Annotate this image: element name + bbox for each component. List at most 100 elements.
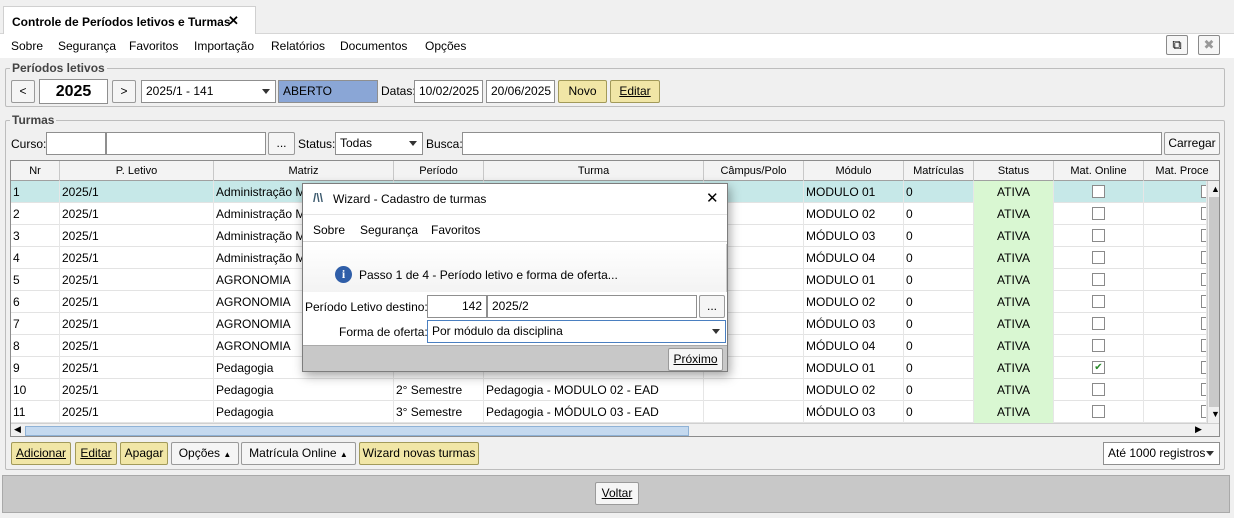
dest-browse-button[interactable]: ... <box>699 295 725 318</box>
pl-cell: 2025/1 <box>60 203 214 225</box>
period-select-value: 2025/1 - 141 <box>146 84 214 98</box>
column-header[interactable]: Matriz <box>214 161 394 181</box>
column-header[interactable]: Status <box>974 161 1054 181</box>
popout-icon[interactable]: ⧉ <box>1166 35 1188 55</box>
campus-cell <box>704 401 804 423</box>
matriculas-cell: 0 <box>904 379 974 401</box>
voltar-button[interactable]: Voltar <box>595 482 639 505</box>
column-header[interactable]: Período <box>394 161 484 181</box>
dialog-menu-favoritos[interactable]: Favoritos <box>431 223 480 237</box>
checkbox[interactable] <box>1092 317 1105 330</box>
tab-controle-periodos[interactable]: Controle de Períodos letivos e Turmas ✕ <box>3 6 256 34</box>
carregar-button[interactable]: Carregar <box>1164 132 1220 155</box>
close-window-icon[interactable]: ✖ <box>1198 35 1220 55</box>
dialog-title: Wizard - Cadastro de turmas <box>333 192 487 206</box>
column-header[interactable]: Matrículas <box>904 161 974 181</box>
prev-year-button[interactable]: < <box>11 80 35 103</box>
column-header[interactable]: Câmpus/Polo <box>704 161 804 181</box>
column-header[interactable]: Módulo <box>804 161 904 181</box>
mat-proce-cell <box>1144 401 1207 423</box>
curso-browse-button[interactable]: ... <box>268 132 295 155</box>
pl-cell: 2025/1 <box>60 247 214 269</box>
table-row[interactable]: 10 2025/1 Pedagogia 2° Semestre Pedagogia - … <box>11 379 1207 401</box>
mat-proce-cell <box>1144 225 1207 247</box>
checkbox[interactable] <box>1092 405 1105 418</box>
modulo-cell: MÓDULO 04 <box>804 247 904 269</box>
menu-importacao[interactable]: Importação <box>194 39 254 53</box>
wizard-novas-turmas-button[interactable]: Wizard novas turmas <box>359 442 479 465</box>
novo-button[interactable]: Novo <box>558 80 607 103</box>
pl-cell: 2025/1 <box>60 335 214 357</box>
checkbox[interactable] <box>1092 273 1105 286</box>
checkbox[interactable] <box>1092 339 1105 352</box>
forma-select[interactable]: Por módulo da disciplina <box>427 320 726 343</box>
matriculas-cell: 0 <box>904 291 974 313</box>
menu-seguranca[interactable]: Segurança <box>58 39 116 53</box>
menu-relatorios[interactable]: Relatórios <box>271 39 325 53</box>
adicionar-button[interactable]: Adicionar <box>11 442 71 465</box>
column-header[interactable]: P. Letivo <box>60 161 214 181</box>
checkbox[interactable] <box>1092 185 1105 198</box>
date-start-field[interactable]: 10/02/2025 <box>414 80 483 103</box>
checkbox[interactable] <box>1092 251 1105 264</box>
tab-close-icon[interactable]: ✕ <box>228 13 239 29</box>
horizontal-scrollbar[interactable]: ◀ ▶ <box>11 423 1219 436</box>
editar-periodo-button[interactable]: Editar <box>610 80 660 103</box>
scroll-left-icon[interactable]: ◀ <box>14 424 21 435</box>
checkbox[interactable]: ✔ <box>1092 361 1105 374</box>
proximo-button[interactable]: Próximo <box>668 348 723 371</box>
checkbox[interactable] <box>1092 383 1105 396</box>
curso-code-input[interactable] <box>46 132 106 155</box>
scrollbar-thumb[interactable] <box>1209 197 1219 407</box>
dest-code-field[interactable]: 142 <box>427 295 487 318</box>
nr-cell: 6 <box>11 291 60 313</box>
pl-cell: 2025/1 <box>60 181 214 203</box>
column-header[interactable]: Mat. Proce <box>1144 161 1219 181</box>
curso-name-input[interactable] <box>106 132 266 155</box>
next-year-button[interactable]: > <box>112 80 136 103</box>
modulo-cell: MÓDULO 04 <box>804 335 904 357</box>
curso-label: Curso: <box>11 137 47 151</box>
periodo-cell: 2° Semestre <box>394 379 484 401</box>
dest-value-field[interactable]: 2025/2 <box>487 295 697 318</box>
column-header[interactable]: Nr <box>11 161 60 181</box>
opcoes-button[interactable]: Opções ▲ <box>171 442 239 465</box>
editar-turma-button[interactable]: Editar <box>75 442 117 465</box>
mat-proce-cell <box>1144 313 1207 335</box>
column-header[interactable]: Mat. Online <box>1054 161 1144 181</box>
menu-opcoes[interactable]: Opções <box>425 39 466 53</box>
menu-sobre[interactable]: Sobre <box>11 39 43 53</box>
checkbox[interactable] <box>1092 295 1105 308</box>
vertical-scrollbar[interactable]: ▲ ▼ <box>1207 181 1219 423</box>
caret-up-icon: ▲ <box>339 450 348 459</box>
status-select[interactable]: Todas <box>335 132 423 155</box>
matricula-online-button[interactable]: Matrícula Online ▲ <box>241 442 356 465</box>
status-cell: ATIVA <box>974 357 1054 379</box>
checkbox[interactable] <box>1092 229 1105 242</box>
menu-documentos[interactable]: Documentos <box>340 39 407 53</box>
matriculas-cell: 0 <box>904 225 974 247</box>
scroll-up-icon[interactable]: ▲ <box>1211 184 1219 194</box>
busca-input[interactable] <box>462 132 1162 155</box>
period-select[interactable]: 2025/1 - 141 <box>141 80 276 103</box>
year-field[interactable]: 2025 <box>39 79 108 104</box>
menu-favoritos[interactable]: Favoritos <box>129 39 178 53</box>
mat-proce-cell <box>1144 379 1207 401</box>
table-row[interactable]: 11 2025/1 Pedagogia 3° Semestre Pedagogia - … <box>11 401 1207 423</box>
scroll-down-icon[interactable]: ▼ <box>1211 409 1219 419</box>
matriz-cell: Pedagogia <box>214 401 394 423</box>
mat-proce-cell <box>1144 357 1207 379</box>
scroll-right-icon[interactable]: ▶ <box>1195 424 1202 435</box>
dialog-menu-sobre[interactable]: Sobre <box>313 223 345 237</box>
status-cell: ATIVA <box>974 269 1054 291</box>
dialog-close-icon[interactable]: ✕ <box>706 189 719 207</box>
checkbox[interactable] <box>1092 207 1105 220</box>
forma-label: Forma de oferta: <box>339 325 428 339</box>
apagar-button[interactable]: Apagar <box>120 442 168 465</box>
hscrollbar-thumb[interactable] <box>25 426 689 436</box>
date-end-field[interactable]: 20/06/2025 <box>486 80 555 103</box>
dialog-menu-seguranca[interactable]: Segurança <box>360 223 418 237</box>
limit-select[interactable]: Até 1000 registros <box>1103 442 1220 465</box>
mat-proce-cell <box>1144 203 1207 225</box>
column-header[interactable]: Turma <box>484 161 704 181</box>
